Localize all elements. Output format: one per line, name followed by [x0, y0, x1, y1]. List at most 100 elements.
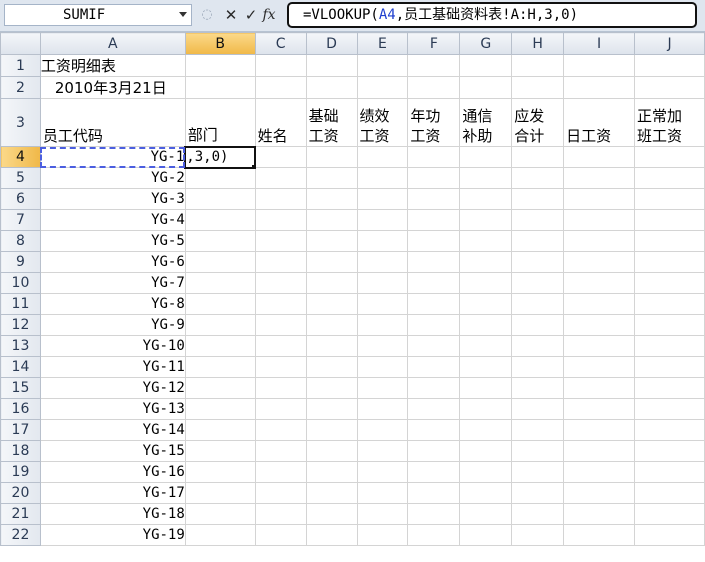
cell-h19[interactable]	[511, 461, 565, 483]
row-header[interactable]: 4	[0, 146, 41, 168]
cell-i2[interactable]	[563, 76, 636, 99]
cell-j18[interactable]	[634, 440, 705, 462]
cell-g14[interactable]	[459, 356, 513, 378]
cell-g8[interactable]	[459, 230, 513, 252]
cell-a6[interactable]: YG-3	[39, 188, 186, 210]
cell-f10[interactable]	[407, 272, 461, 294]
cell-f7[interactable]	[407, 209, 461, 231]
row-header[interactable]: 5	[0, 167, 41, 189]
cell-j6[interactable]	[634, 188, 705, 210]
cell-d3[interactable]: 基础 工资	[305, 98, 358, 147]
cell-h9[interactable]	[511, 251, 565, 273]
cell-b3[interactable]: 部门	[184, 98, 256, 147]
cell-b7[interactable]	[184, 209, 256, 231]
cell-b9[interactable]	[184, 251, 256, 273]
cell-g21[interactable]	[459, 503, 513, 525]
row-header[interactable]: 7	[0, 209, 41, 231]
cell-j8[interactable]	[634, 230, 705, 252]
cell-i20[interactable]	[563, 482, 636, 504]
cell-a21[interactable]: YG-18	[39, 503, 186, 525]
cell-b21[interactable]	[184, 503, 256, 525]
cell-h4[interactable]	[511, 146, 565, 168]
cell-h22[interactable]	[511, 524, 565, 546]
cell-j4[interactable]	[634, 146, 705, 168]
cell-c17[interactable]	[254, 419, 307, 441]
row-header[interactable]: 11	[0, 293, 41, 315]
cell-d7[interactable]	[305, 209, 358, 231]
formula-input[interactable]: =VLOOKUP(A4,员工基础资料表!A:H,3,0)	[287, 2, 697, 28]
cell-g10[interactable]	[459, 272, 513, 294]
cell-b18[interactable]	[184, 440, 256, 462]
cell-b4[interactable]: ,3,0)	[184, 145, 257, 169]
cell-g20[interactable]	[459, 482, 513, 504]
cell-f4[interactable]	[407, 146, 461, 168]
cancel-icon[interactable]: ✕	[222, 4, 240, 26]
cell-e10[interactable]	[356, 272, 409, 294]
cell-a10[interactable]: YG-7	[39, 272, 186, 294]
cell-a11[interactable]: YG-8	[39, 293, 186, 315]
row-header[interactable]: 17	[0, 419, 41, 441]
cell-c20[interactable]	[254, 482, 307, 504]
cell-i8[interactable]	[563, 230, 636, 252]
cell-e22[interactable]	[356, 524, 409, 546]
cell-d16[interactable]	[305, 398, 358, 420]
cell-e2[interactable]	[356, 76, 409, 99]
cell-c12[interactable]	[254, 314, 307, 336]
cell-d20[interactable]	[305, 482, 358, 504]
cell-d18[interactable]	[305, 440, 358, 462]
row-header[interactable]: 20	[0, 482, 41, 504]
cell-f11[interactable]	[407, 293, 461, 315]
cell-e9[interactable]	[356, 251, 409, 273]
cell-e6[interactable]	[356, 188, 409, 210]
cell-i16[interactable]	[563, 398, 636, 420]
cell-i18[interactable]	[563, 440, 636, 462]
cell-f6[interactable]	[407, 188, 461, 210]
cell-g7[interactable]	[459, 209, 513, 231]
cell-f1[interactable]	[407, 54, 461, 77]
cell-i4[interactable]	[563, 146, 636, 168]
fill-handle[interactable]	[252, 164, 254, 166]
row-header[interactable]: 13	[0, 335, 41, 357]
cell-e17[interactable]	[356, 419, 409, 441]
cell-i19[interactable]	[563, 461, 636, 483]
cell-h21[interactable]	[511, 503, 565, 525]
cell-a22[interactable]: YG-19	[39, 524, 186, 546]
cell-i11[interactable]	[563, 293, 636, 315]
cell-c13[interactable]	[254, 335, 307, 357]
function-wizard-icon[interactable]: ◌	[198, 4, 216, 26]
cell-g12[interactable]	[459, 314, 513, 336]
cell-d15[interactable]	[305, 377, 358, 399]
cell-j3[interactable]: 正常加 班工资	[634, 98, 705, 147]
cell-d5[interactable]	[305, 167, 358, 189]
cell-j1[interactable]	[634, 54, 705, 77]
cell-h18[interactable]	[511, 440, 565, 462]
cell-e8[interactable]	[356, 230, 409, 252]
cell-g2[interactable]	[459, 76, 513, 99]
cell-h7[interactable]	[511, 209, 565, 231]
cell-g19[interactable]	[459, 461, 513, 483]
cell-a3[interactable]: 员工代码	[39, 98, 186, 147]
cell-c11[interactable]	[254, 293, 307, 315]
cell-c16[interactable]	[254, 398, 307, 420]
column-header-e[interactable]: E	[356, 32, 409, 55]
cell-i5[interactable]	[563, 167, 636, 189]
cell-a1[interactable]: 工资明细表	[39, 54, 186, 77]
cell-h8[interactable]	[511, 230, 565, 252]
column-header-c[interactable]: C	[254, 32, 307, 55]
cell-h1[interactable]	[511, 54, 565, 77]
cell-f15[interactable]	[407, 377, 461, 399]
cell-a15[interactable]: YG-12	[39, 377, 186, 399]
cell-d17[interactable]	[305, 419, 358, 441]
cell-f22[interactable]	[407, 524, 461, 546]
cell-i7[interactable]	[563, 209, 636, 231]
cell-h16[interactable]	[511, 398, 565, 420]
name-box[interactable]: SUMIF	[4, 4, 192, 26]
cell-f21[interactable]	[407, 503, 461, 525]
cell-g1[interactable]	[459, 54, 513, 77]
cell-c15[interactable]	[254, 377, 307, 399]
row-header[interactable]: 1	[0, 54, 41, 77]
cell-c18[interactable]	[254, 440, 307, 462]
row-header[interactable]: 2	[0, 76, 41, 99]
cell-i12[interactable]	[563, 314, 636, 336]
cell-c8[interactable]	[254, 230, 307, 252]
